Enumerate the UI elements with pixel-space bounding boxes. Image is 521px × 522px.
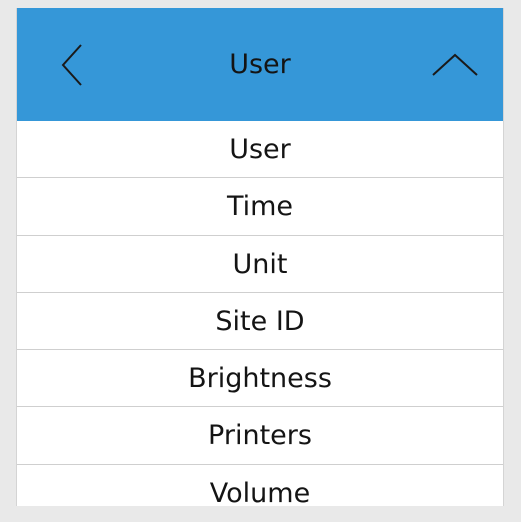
settings-panel: User User Time Unit Site ID Brightness P… <box>16 8 504 509</box>
chevron-up-icon <box>430 52 480 78</box>
menu-item-printers[interactable]: Printers <box>17 407 503 465</box>
header-bar: User <box>17 8 503 121</box>
menu-item-volume[interactable]: Volume <box>17 465 503 522</box>
menu-item-site-id[interactable]: Site ID <box>17 293 503 351</box>
menu-item-user[interactable]: User <box>17 121 503 179</box>
menu-item-time[interactable]: Time <box>17 178 503 236</box>
scroll-up-button[interactable] <box>419 8 491 121</box>
settings-menu: User Time Unit Site ID Brightness Printe… <box>17 121 503 522</box>
menu-item-unit[interactable]: Unit <box>17 236 503 293</box>
menu-item-brightness[interactable]: Brightness <box>17 350 503 408</box>
